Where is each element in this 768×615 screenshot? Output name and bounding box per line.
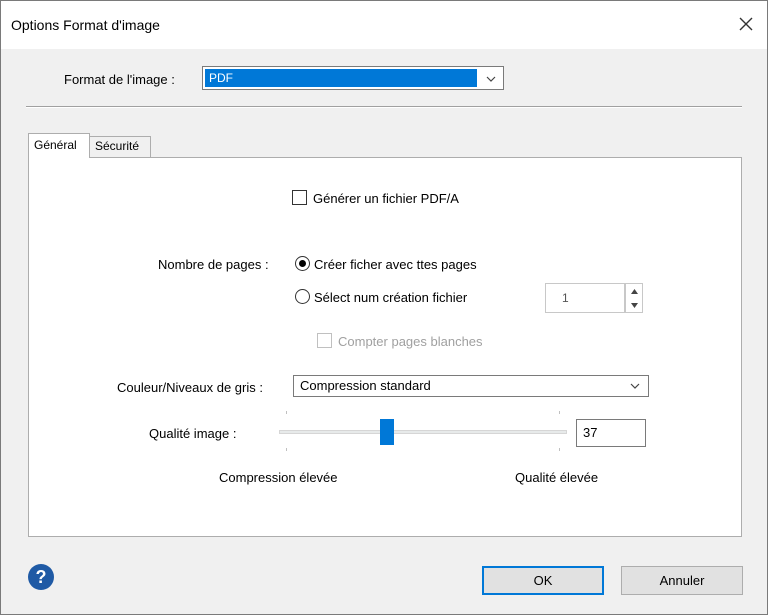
chevron-down-icon <box>628 379 642 393</box>
radio-select-pages-label: Sélect num création fichier <box>314 290 468 305</box>
pages-label: Nombre de pages : <box>158 257 269 272</box>
title-bar: Options Format d'image <box>1 1 767 49</box>
format-selected-value: PDF <box>205 69 477 87</box>
tab-general[interactable]: Général <box>28 133 90 158</box>
radio-all-pages-label: Créer ficher avec ttes pages <box>314 257 477 272</box>
tab-security[interactable]: Sécurité <box>89 136 151 158</box>
count-blank-checkbox <box>317 333 332 348</box>
radio-all-pages[interactable] <box>295 256 310 271</box>
count-blank-label: Compter pages blanches <box>338 334 483 349</box>
page-count-stepper <box>625 283 643 313</box>
radio-select-pages[interactable] <box>295 289 310 304</box>
pdfa-checkbox[interactable] <box>292 190 307 205</box>
color-selected-value: Compression standard <box>300 378 431 393</box>
format-label: Format de l'image : <box>64 72 175 87</box>
page-count-input[interactable]: 1 <box>545 283 625 313</box>
low-quality-label: Compression élevée <box>219 470 338 485</box>
close-icon <box>739 17 753 31</box>
ok-button[interactable]: OK <box>482 566 604 595</box>
spin-down-icon[interactable] <box>626 298 642 312</box>
spin-up-icon[interactable] <box>626 284 642 298</box>
pdfa-label: Générer un fichier PDF/A <box>313 191 459 206</box>
window-title: Options Format d'image <box>11 17 160 33</box>
separator <box>26 106 742 108</box>
quality-label: Qualité image : <box>149 426 237 441</box>
close-button[interactable] <box>733 11 759 37</box>
quality-input[interactable]: 37 <box>576 419 646 447</box>
quality-slider-thumb[interactable] <box>380 419 394 445</box>
cancel-button[interactable]: Annuler <box>621 566 743 595</box>
high-quality-label: Qualité élevée <box>515 470 599 485</box>
color-select[interactable]: Compression standard <box>293 375 649 397</box>
quality-slider-track[interactable] <box>279 430 567 434</box>
chevron-down-icon <box>483 71 499 87</box>
help-icon[interactable]: ? <box>27 563 55 591</box>
svg-text:?: ? <box>36 567 47 587</box>
color-label: Couleur/Niveaux de gris : <box>117 380 263 395</box>
dialog-window: Options Format d'image Format de l'image… <box>0 0 768 615</box>
format-select[interactable]: PDF <box>202 66 504 90</box>
